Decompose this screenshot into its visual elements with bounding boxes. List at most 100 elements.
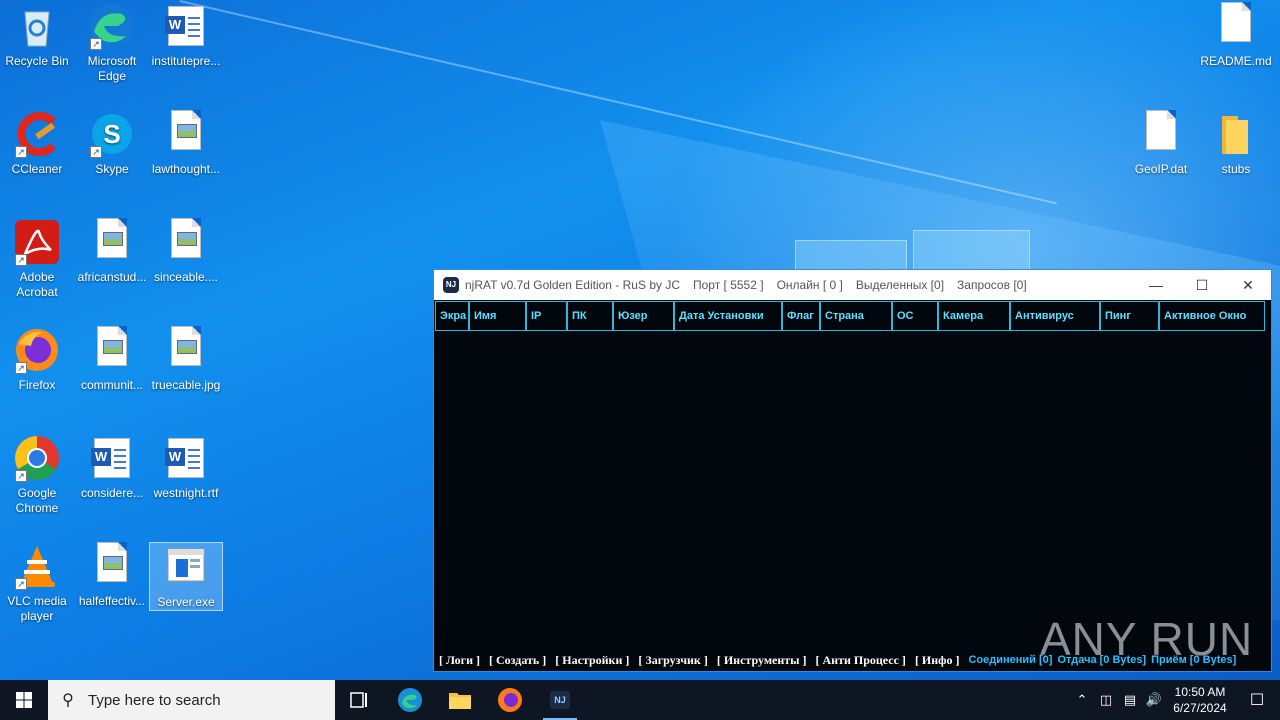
desktop-icon[interactable]: stubs bbox=[1199, 110, 1273, 177]
ccleaner-icon: ↗ bbox=[13, 110, 61, 158]
desktop-icon[interactable]: communit... bbox=[75, 326, 149, 393]
column-header[interactable]: ПК bbox=[567, 301, 613, 331]
menu-item[interactable]: [ Настройки ] bbox=[555, 653, 629, 668]
column-header[interactable]: Флаг bbox=[782, 301, 820, 331]
requests-label: Запросов [0] bbox=[957, 278, 1027, 292]
desktop-icon-label: stubs bbox=[1221, 162, 1251, 176]
chrome-icon: ↗ bbox=[13, 434, 61, 482]
desktop-icon-label: README.md bbox=[1200, 54, 1272, 68]
desktop-icon[interactable]: halfeffectiv... bbox=[75, 542, 149, 609]
desktop-icon[interactable]: ↗ VLC media player bbox=[0, 542, 74, 624]
menu-item[interactable]: [ Анти Процесс ] bbox=[816, 653, 906, 668]
desktop-icon[interactable]: africanstud... bbox=[75, 218, 149, 285]
system-tray: ⌃ ◫ ▤ 🔊 10:50 AM 6/27/2024 ☐ bbox=[1070, 680, 1280, 720]
shortcut-arrow-icon: ↗ bbox=[15, 470, 27, 482]
task-view-button[interactable] bbox=[335, 680, 385, 720]
start-button[interactable] bbox=[0, 680, 48, 720]
desktop-icon[interactable]: Winstitutepre... bbox=[149, 2, 223, 69]
clients-table-body[interactable] bbox=[434, 331, 1271, 651]
text-file-icon bbox=[1212, 2, 1260, 50]
close-button[interactable]: ✕ bbox=[1225, 270, 1271, 300]
taskbar-firefox[interactable] bbox=[485, 680, 535, 720]
acrobat-icon: ↗ bbox=[13, 218, 61, 266]
window-title: njRAT v0.7d Golden Edition - RuS by JC bbox=[465, 278, 680, 292]
vlc-icon: ↗ bbox=[13, 542, 61, 590]
word-doc-icon: W bbox=[88, 434, 136, 482]
shortcut-arrow-icon: ↗ bbox=[15, 254, 27, 266]
taskbar-edge[interactable] bbox=[385, 680, 435, 720]
desktop-icon[interactable]: ↗ Microsoft Edge bbox=[75, 2, 149, 84]
desktop-icon[interactable]: ↗ Firefox bbox=[0, 326, 74, 393]
desktop-icon-label: africanstud... bbox=[77, 270, 147, 284]
shortcut-arrow-icon: ↗ bbox=[15, 146, 27, 158]
desktop-icon-label: CCleaner bbox=[11, 162, 63, 176]
column-header[interactable]: Камера bbox=[938, 301, 1010, 331]
firefox-icon: ↗ bbox=[13, 326, 61, 374]
clock[interactable]: 10:50 AM 6/27/2024 bbox=[1166, 684, 1234, 716]
column-header[interactable]: IP bbox=[526, 301, 567, 331]
folder-icon bbox=[449, 693, 471, 709]
window-titlebar[interactable]: NJ njRAT v0.7d Golden Edition - RuS by J… bbox=[434, 270, 1271, 300]
folder-icon bbox=[1212, 110, 1260, 158]
desktop-icon[interactable]: Recycle Bin bbox=[0, 2, 74, 69]
edge-icon bbox=[398, 688, 422, 712]
column-header[interactable]: Активное Окно bbox=[1159, 301, 1265, 331]
desktop-icon-label: Google Chrome bbox=[15, 486, 59, 515]
desktop-icon[interactable]: lawthought... bbox=[149, 110, 223, 177]
column-header[interactable]: Страна bbox=[820, 301, 892, 331]
taskbar: ⚲ Type here to search NJ ⌃ ◫ ▤ 🔊 10:50 A… bbox=[0, 680, 1280, 720]
njrat-app-icon: NJ bbox=[443, 277, 459, 293]
menu-item[interactable]: [ Загрузчик ] bbox=[638, 653, 707, 668]
shortcut-arrow-icon: ↗ bbox=[90, 38, 102, 50]
desktop-icon-label: sinceable.... bbox=[153, 270, 219, 284]
menu-item[interactable]: [ Инфо ] bbox=[915, 653, 960, 668]
desktop-icon[interactable]: ↗ Google Chrome bbox=[0, 434, 74, 516]
desktop-icon[interactable]: Server.exe bbox=[149, 542, 223, 611]
meet-now-icon[interactable]: ◫ bbox=[1094, 692, 1118, 708]
word-doc-icon: W bbox=[162, 2, 210, 50]
menu-item[interactable]: [ Логи ] bbox=[439, 653, 480, 668]
firefox-icon bbox=[498, 688, 522, 712]
njrat-taskbar-icon: NJ bbox=[550, 691, 570, 709]
taskbar-file-explorer[interactable] bbox=[435, 680, 485, 720]
clock-time: 10:50 AM bbox=[1174, 685, 1226, 699]
desktop-icon[interactable]: Wconsidere... bbox=[75, 434, 149, 501]
column-header[interactable]: Дата Установки bbox=[674, 301, 782, 331]
anyrun-watermark: ANY RUN bbox=[1040, 613, 1254, 665]
desktop-icon[interactable]: sinceable.... bbox=[149, 218, 223, 285]
desktop-icon-label: Adobe Acrobat bbox=[16, 270, 58, 299]
notification-icon[interactable]: ☐ bbox=[1234, 690, 1280, 710]
menu-item[interactable]: [ Инструменты ] bbox=[717, 653, 807, 668]
clock-date: 6/27/2024 bbox=[1173, 701, 1227, 715]
column-header[interactable]: Экра bbox=[435, 301, 469, 331]
minimize-button[interactable]: — bbox=[1133, 270, 1179, 300]
column-header[interactable]: Антивирус bbox=[1010, 301, 1100, 331]
column-header[interactable]: Юзер bbox=[613, 301, 674, 331]
taskbar-search-box[interactable]: ⚲ Type here to search bbox=[48, 680, 335, 720]
image-file-icon bbox=[162, 110, 210, 158]
network-icon[interactable]: ▤ bbox=[1118, 692, 1142, 708]
taskbar-njrat[interactable]: NJ bbox=[535, 680, 585, 720]
desktop-icon[interactable]: ↗ CCleaner bbox=[0, 110, 74, 177]
search-placeholder: Type here to search bbox=[88, 691, 221, 709]
search-icon: ⚲ bbox=[62, 692, 74, 709]
column-header[interactable]: Имя bbox=[469, 301, 526, 331]
column-header[interactable]: Пинг bbox=[1100, 301, 1159, 331]
column-header[interactable]: ОС bbox=[892, 301, 938, 331]
maximize-button[interactable]: ☐ bbox=[1179, 270, 1225, 300]
desktop-icon[interactable]: S ↗ Skype bbox=[75, 110, 149, 177]
word-doc-icon: W bbox=[162, 434, 210, 482]
volume-icon[interactable]: 🔊 bbox=[1142, 692, 1166, 708]
desktop-icon[interactable]: README.md bbox=[1199, 2, 1273, 69]
desktop-icon-label: lawthought... bbox=[151, 162, 221, 176]
shortcut-arrow-icon: ↗ bbox=[90, 146, 102, 158]
menu-item[interactable]: [ Создать ] bbox=[489, 653, 546, 668]
recycle-bin-icon bbox=[13, 2, 61, 50]
desktop-icon[interactable]: ↗ Adobe Acrobat bbox=[0, 218, 74, 300]
windows-start-icon bbox=[16, 692, 32, 708]
chevron-up-icon[interactable]: ⌃ bbox=[1070, 692, 1094, 708]
desktop-icon[interactable]: Wwestnight.rtf bbox=[149, 434, 223, 501]
desktop-icon[interactable]: GeoIP.dat bbox=[1124, 110, 1198, 177]
desktop-icon-label: considere... bbox=[80, 486, 144, 500]
desktop-icon[interactable]: truecable.jpg bbox=[149, 326, 223, 393]
